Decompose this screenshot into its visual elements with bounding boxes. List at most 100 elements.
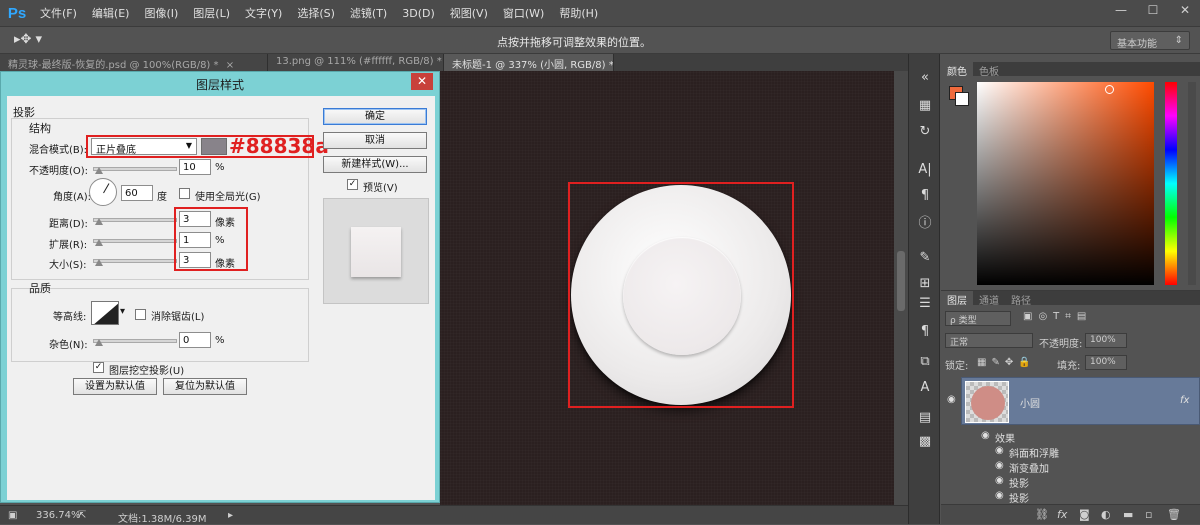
menu-layer[interactable]: 图层(L): [193, 5, 230, 21]
menu-3d[interactable]: 3D(D): [402, 7, 435, 20]
effect-drop-shadow-2[interactable]: 投影: [1009, 490, 1029, 505]
opacity-slider[interactable]: [93, 167, 177, 171]
menu-window[interactable]: 窗口(W): [503, 5, 544, 21]
noise-slider-thumb[interactable]: [95, 339, 103, 346]
menu-filter[interactable]: 滤镜(T): [350, 5, 387, 21]
noise-field[interactable]: 0: [179, 332, 211, 348]
status-arrow-icon[interactable]: ▸: [228, 510, 233, 521]
canvas-scrollbar[interactable]: [894, 71, 908, 505]
menu-image[interactable]: 图像(I): [144, 5, 178, 21]
tab-color[interactable]: 颜色: [941, 62, 973, 78]
export-icon[interactable]: ⇱: [78, 510, 86, 521]
paragraph-style-icon[interactable]: ¶: [915, 322, 935, 342]
canvas-area[interactable]: [440, 71, 908, 505]
lock-icons[interactable]: ▦✎✥🔒: [977, 357, 1057, 368]
noise-slider[interactable]: [93, 339, 177, 343]
actions-icon[interactable]: ↻: [915, 122, 935, 142]
layer-row-small-circle[interactable]: 小圆 fx: [961, 377, 1200, 425]
tab-paths[interactable]: 路径: [1005, 291, 1037, 307]
visibility-eye-icon[interactable]: ◉: [947, 394, 956, 405]
cancel-button[interactable]: 取消: [323, 132, 427, 149]
minimize-button[interactable]: —: [1112, 3, 1130, 17]
effect-eye-icon[interactable]: ◉: [995, 460, 1004, 471]
new-style-button[interactable]: 新建样式(W)...: [323, 156, 427, 173]
paragraph-icon[interactable]: ¶: [915, 186, 935, 206]
distance-slider[interactable]: [93, 218, 177, 222]
distance-slider-thumb[interactable]: [95, 218, 103, 225]
add-style-icon[interactable]: fx: [1057, 508, 1067, 521]
spread-slider[interactable]: [93, 239, 177, 243]
fill-field[interactable]: 100%: [1085, 355, 1127, 370]
knockout-checkbox[interactable]: ✓: [93, 362, 104, 373]
angle-dial[interactable]: [89, 178, 117, 206]
color-picker-field[interactable]: [977, 82, 1154, 285]
background-color-swatch[interactable]: [955, 92, 969, 106]
spread-slider-thumb[interactable]: [95, 239, 103, 246]
brush-icon[interactable]: ✎: [915, 248, 935, 268]
anti-alias-checkbox[interactable]: [135, 309, 146, 320]
layer-comps-icon[interactable]: ⧉: [915, 352, 935, 372]
ok-button[interactable]: 确定: [323, 108, 427, 125]
layer-filter-select[interactable]: ρ 类型: [945, 311, 1011, 326]
swatch-grid-icon[interactable]: ▩: [915, 432, 935, 452]
menu-help[interactable]: 帮助(H): [559, 5, 598, 21]
angle-field[interactable]: 60: [121, 185, 153, 201]
adjustment-layer-icon[interactable]: ◐: [1101, 508, 1111, 521]
tab-untitled-1[interactable]: 未标题-1 @ 337% (小圆, RGB/8) * ×: [444, 54, 614, 71]
tab-sprite-ball[interactable]: 精灵球-最终版-恢复的.psd @ 100%(RGB/8) * ×: [0, 54, 268, 71]
blend-mode-dropdown[interactable]: 正常: [945, 333, 1033, 348]
add-mask-icon[interactable]: ◙: [1079, 508, 1090, 521]
move-tool-icon[interactable]: ▸✥ ▾: [14, 32, 42, 47]
layer-filter-icons[interactable]: ▣◎T⌗▤: [1023, 311, 1143, 322]
link-layers-icon[interactable]: ⛓: [1035, 508, 1049, 521]
tab-swatches[interactable]: 色板: [973, 62, 1005, 78]
preview-checkbox[interactable]: ✓: [347, 179, 358, 190]
tab-13png[interactable]: 13.png @ 111% (#ffffff, RGB/8) * ×: [268, 54, 444, 71]
opacity-slider-thumb[interactable]: [95, 167, 103, 174]
effect-drop-shadow-1[interactable]: 投影: [1009, 475, 1029, 490]
effects-eye-icon[interactable]: ◉: [981, 430, 990, 441]
clone-source-icon[interactable]: ⊞: [915, 274, 935, 294]
set-default-button[interactable]: 设置为默认值: [73, 378, 157, 395]
size-slider-thumb[interactable]: [95, 259, 103, 266]
new-layer-icon[interactable]: ▫: [1145, 508, 1152, 521]
collapse-icon[interactable]: «: [915, 68, 935, 88]
color-panel-scrollbar[interactable]: [1188, 82, 1196, 285]
opacity-field[interactable]: 10: [179, 159, 211, 175]
close-window-button[interactable]: ✕: [1176, 3, 1194, 17]
character-icon[interactable]: A|: [915, 160, 935, 180]
tab-channels[interactable]: 通道: [973, 291, 1005, 307]
chevron-down-icon[interactable]: ▾: [120, 306, 125, 317]
global-light-checkbox[interactable]: [179, 188, 190, 199]
new-group-icon[interactable]: ▬: [1123, 508, 1133, 521]
zoom-level[interactable]: 336.74%: [36, 510, 81, 521]
maximize-button[interactable]: ☐: [1144, 3, 1162, 17]
effect-eye-icon[interactable]: ◉: [995, 475, 1004, 486]
hue-slider[interactable]: [1165, 82, 1177, 285]
layer-opacity-field[interactable]: 100%: [1085, 333, 1127, 348]
artboard[interactable]: [440, 71, 894, 505]
delete-layer-icon[interactable]: 🗑: [1167, 508, 1181, 521]
menu-edit[interactable]: 编辑(E): [92, 5, 130, 21]
menu-file[interactable]: 文件(F): [40, 5, 77, 21]
effect-eye-icon[interactable]: ◉: [995, 445, 1004, 456]
tab-layers[interactable]: 图层: [941, 291, 973, 307]
effect-gradient-overlay[interactable]: 渐变叠加: [1009, 460, 1049, 475]
menu-select[interactable]: 选择(S): [297, 5, 335, 21]
character-style-icon[interactable]: A: [915, 378, 935, 398]
history-icon[interactable]: ▦: [915, 96, 935, 116]
dialog-close-button[interactable]: ✕: [411, 73, 433, 90]
layer-name[interactable]: 小圆: [1020, 395, 1040, 410]
menu-view[interactable]: 视图(V): [450, 5, 488, 21]
properties-icon[interactable]: ▤: [915, 408, 935, 428]
workspace-select[interactable]: 基本功能 ⇕: [1110, 31, 1190, 50]
effect-bevel-emboss[interactable]: 斜面和浮雕: [1009, 445, 1059, 460]
effect-eye-icon[interactable]: ◉: [995, 490, 1004, 501]
fx-badge-icon[interactable]: fx: [1180, 395, 1189, 406]
close-tab-icon[interactable]: ×: [226, 60, 234, 71]
reset-default-button[interactable]: 复位为默认值: [163, 378, 247, 395]
adjust-icon[interactable]: ☰: [915, 294, 935, 314]
info-icon[interactable]: ⓘ: [915, 214, 935, 234]
menu-type[interactable]: 文字(Y): [245, 5, 282, 21]
size-slider[interactable]: [93, 259, 177, 263]
